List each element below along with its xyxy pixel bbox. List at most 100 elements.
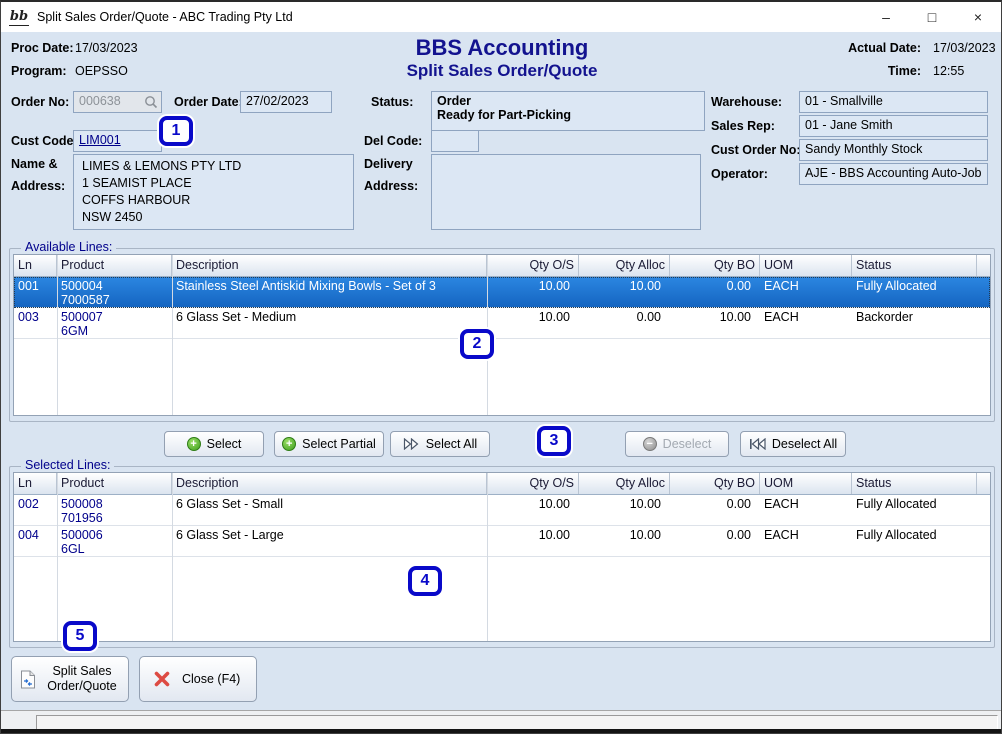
col-uom: UOM <box>760 473 852 494</box>
name-address-box: LIMES & LEMONS PTY LTD 1 SEAMIST PLACE C… <box>73 154 354 230</box>
product-alt-code: 6GM <box>61 324 168 338</box>
warehouse-label: Warehouse: <box>711 95 782 109</box>
cell-qty-bo: 0.00 <box>670 495 760 525</box>
column-separator <box>487 473 488 641</box>
cust-order-no-field[interactable]: Sandy Monthly Stock <box>799 139 988 161</box>
col-qty-os: Qty O/S <box>487 255 579 276</box>
col-product: Product <box>57 255 172 276</box>
col-status: Status <box>852 473 977 494</box>
table-row[interactable]: 001 500004 7000587 Stainless Steel Antis… <box>14 277 990 308</box>
table-row[interactable]: 004 500006 6GL 6 Glass Set - Large 10.00… <box>14 526 990 557</box>
del-code-label: Del Code: <box>364 134 422 148</box>
cell-product: 500006 6GL <box>57 526 172 556</box>
select-partial-button[interactable]: + Select Partial <box>274 431 384 457</box>
cell-qty-os: 10.00 <box>487 495 579 525</box>
cell-status: Fully Allocated <box>852 495 977 525</box>
col-qty-alloc: Qty Alloc <box>579 255 670 276</box>
minimize-button[interactable]: – <box>863 2 909 32</box>
cell-product: 500007 6GM <box>57 308 172 338</box>
warehouse-field[interactable]: 01 - Smallville <box>799 91 988 113</box>
cell-ln: 001 <box>14 277 57 307</box>
status-line-1: Order <box>437 94 699 108</box>
minus-icon: − <box>643 437 657 451</box>
window-title: Split Sales Order/Quote - ABC Trading Pt… <box>37 10 293 24</box>
product-code: 500004 <box>61 279 168 293</box>
select-button-label: Select <box>207 437 242 451</box>
annotation-badge-4: 4 <box>408 566 442 596</box>
col-filler <box>977 255 990 276</box>
cell-qty-alloc: 10.00 <box>579 526 670 556</box>
cell-qty-os: 10.00 <box>487 308 579 338</box>
select-all-button[interactable]: Select All <box>390 431 490 457</box>
cell-qty-alloc: 10.00 <box>579 495 670 525</box>
address-line: NSW 2450 <box>82 209 345 226</box>
del-code-field[interactable] <box>431 130 479 152</box>
col-description: Description <box>172 255 487 276</box>
deselect-all-button-label: Deselect All <box>772 437 837 451</box>
proc-date-value: 17/03/2023 <box>75 41 138 55</box>
cell-status: Fully Allocated <box>852 277 977 307</box>
col-description: Description <box>172 473 487 494</box>
cell-status: Fully Allocated <box>852 526 977 556</box>
cell-ln: 004 <box>14 526 57 556</box>
available-lines-title: Available Lines: <box>21 240 116 254</box>
sales-rep-field[interactable]: 01 - Jane Smith <box>799 115 988 137</box>
double-chevron-left-bar-icon <box>749 438 766 450</box>
double-chevron-right-icon <box>403 438 420 450</box>
cell-qty-alloc: 10.00 <box>579 277 670 307</box>
product-alt-code: 7000587 <box>61 293 168 307</box>
cust-code-label: Cust Code: <box>11 134 78 148</box>
cell-uom: EACH <box>760 495 852 525</box>
col-status: Status <box>852 255 977 276</box>
select-all-button-label: Select All <box>426 437 477 451</box>
proc-date-label: Proc Date: <box>11 41 74 55</box>
column-separator <box>57 255 58 415</box>
cust-code-field[interactable]: LIM001 <box>73 130 162 152</box>
product-alt-code: 6GL <box>61 542 168 556</box>
operator-label: Operator: <box>711 167 768 181</box>
col-ln: Ln <box>14 473 57 494</box>
table-row[interactable]: 002 500008 701956 6 Glass Set - Small 10… <box>14 495 990 526</box>
split-sales-order-button[interactable]: Split Sales Order/Quote <box>11 656 129 702</box>
cell-product: 500008 701956 <box>57 495 172 525</box>
order-no-value: 000638 <box>79 94 121 108</box>
time-label: Time: <box>811 64 921 78</box>
order-date-field[interactable]: 27/02/2023 <box>240 91 332 113</box>
cell-uom: EACH <box>760 526 852 556</box>
cell-uom: EACH <box>760 277 852 307</box>
col-ln: Ln <box>14 255 57 276</box>
selected-lines-header: Ln Product Description Qty O/S Qty Alloc… <box>14 473 990 495</box>
cell-description: 6 Glass Set - Large <box>172 526 487 556</box>
operator-field[interactable]: AJE - BBS Accounting Auto-Job <box>799 163 988 185</box>
annotation-badge-5: 5 <box>63 621 97 651</box>
app-icon: bb <box>9 8 29 26</box>
cell-filler <box>977 526 990 556</box>
close-window-button[interactable]: × <box>955 2 1001 32</box>
window-controls: – □ × <box>863 2 1001 32</box>
deselect-button-label: Deselect <box>663 437 712 451</box>
deselect-button[interactable]: − Deselect <box>625 431 729 457</box>
close-button[interactable]: Close (F4) <box>139 656 257 702</box>
cell-uom: EACH <box>760 308 852 338</box>
sales-rep-label: Sales Rep: <box>711 119 775 133</box>
plus-icon: + <box>282 437 296 451</box>
name-address-label-line2: Address: <box>11 179 65 193</box>
title-bar: bb Split Sales Order/Quote - ABC Trading… <box>1 2 1001 32</box>
program-label: Program: <box>11 64 67 78</box>
delivery-address-label-line2: Address: <box>364 179 418 193</box>
status-label: Status: <box>371 95 413 109</box>
maximize-button[interactable]: □ <box>909 2 955 32</box>
table-row[interactable]: 003 500007 6GM 6 Glass Set - Medium 10.0… <box>14 308 990 339</box>
cust-code-link[interactable]: LIM001 <box>79 133 121 147</box>
search-icon[interactable] <box>144 95 158 109</box>
close-x-icon <box>154 671 170 687</box>
actual-date-label: Actual Date: <box>811 41 921 55</box>
col-filler <box>977 473 990 494</box>
column-separator <box>172 255 173 415</box>
select-button[interactable]: + Select <box>164 431 264 457</box>
order-no-field[interactable]: 000638 <box>73 91 162 113</box>
deselect-all-button[interactable]: Deselect All <box>740 431 846 457</box>
col-qty-bo: Qty BO <box>670 255 760 276</box>
address-line: 1 SEAMIST PLACE <box>82 175 345 192</box>
program-value: OEPSSO <box>75 64 128 78</box>
